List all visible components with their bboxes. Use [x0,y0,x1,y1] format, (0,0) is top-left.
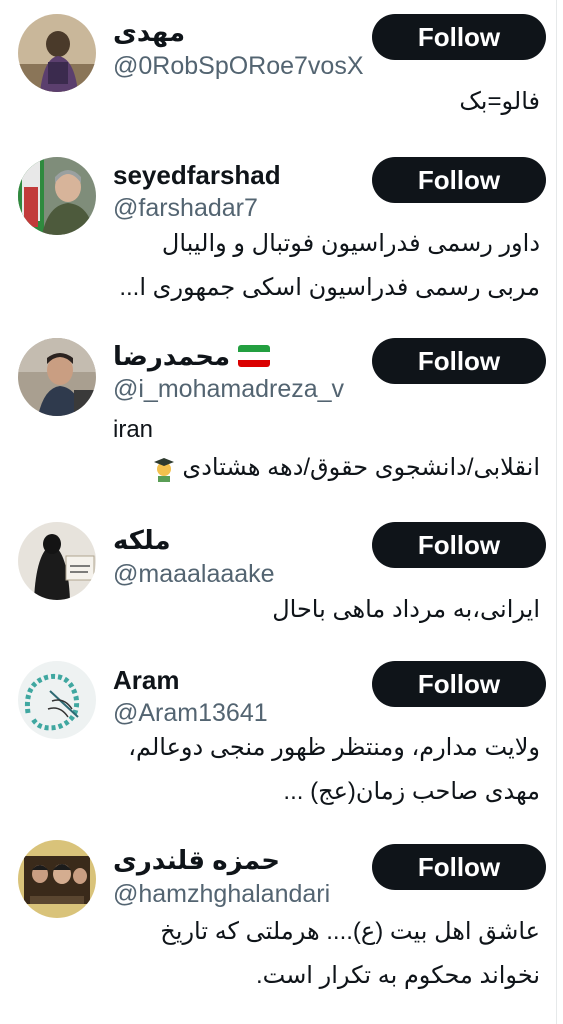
follow-button[interactable]: Follow [372,844,546,890]
avatar[interactable] [18,522,96,600]
display-name-text: محمدرضا [113,341,231,371]
follow-button[interactable]: Follow [372,157,546,203]
avatar[interactable] [18,157,96,235]
user-row[interactable]: حمزه قلندری @hamzhghalandari عاشق اهل بی… [0,830,555,1024]
bio-line: ایرانی،به مرداد ماهی باحال [272,596,540,623]
user-bio: انقلابی/دانشجوی حقوق/دهه هشتادی [113,446,540,490]
user-handle[interactable]: @i_mohamadreza_v [113,374,344,404]
user-handle[interactable]: @Aram13641 [113,698,268,728]
user-handle[interactable]: @maaalaaake [113,559,275,589]
avatar[interactable] [18,840,96,918]
display-name[interactable]: مهدی [113,16,185,48]
bio-line: عاشق اهل بیت (ع).... هرملتی که تاریخ [160,918,540,945]
follow-button[interactable]: Follow [372,661,546,707]
user-row[interactable]: Aram @Aram13641 ولایت مدارم، ومنتظر ظهور… [0,655,555,830]
avatar[interactable] [18,338,96,416]
user-row[interactable]: ملکه @maaalaaake ایرانی،به مرداد ماهی با… [0,510,555,655]
user-bio: داور رسمی فدراسیون فوتبال و والیبال مربی… [113,222,540,310]
iran-flag-icon [238,345,271,367]
display-name[interactable]: محمدرضا [113,340,271,372]
user-handle[interactable]: @farshadar7 [113,193,258,223]
bio-line: داور رسمی فدراسیون فوتبال و والیبال [161,230,540,257]
bio-line: مربی رسمی فدراسیون اسکی جمهوری ا... [119,274,540,301]
user-handle[interactable]: @hamzhghalandari [113,879,330,909]
bio-line: مهدی صاحب زمان(عج) ... [283,778,540,805]
display-name[interactable]: ملکه [113,524,171,556]
user-row[interactable]: seyedfarshad @farshadar7 داور رسمی فدراس… [0,150,555,330]
avatar[interactable] [18,14,96,92]
bio-line: ولایت مدارم، ومنتظر ظهور منجی دوعالم، [128,734,540,761]
scroll-edge-divider [556,0,557,1024]
user-handle[interactable]: @0RobSpORoe7vosX [113,51,364,81]
student-emoji-icon [153,457,174,482]
user-bio: فالو=بک [113,80,540,124]
bio-line: انقلابی/دانشجوی حقوق/دهه هشتادی [182,454,540,481]
user-row[interactable]: محمدرضا @i_mohamadreza_v iran انقلابی/دا… [0,330,555,510]
display-name[interactable]: حمزه قلندری [113,844,280,876]
user-row[interactable]: مهدی @0RobSpORoe7vosX فالو=بک Follow [0,0,555,150]
avatar[interactable] [18,661,96,739]
follow-button[interactable]: Follow [372,14,546,60]
bio-line: نخواند محکوم به تکرار است. [255,962,540,989]
user-bio: ایرانی،به مرداد ماهی باحال [113,588,540,632]
follow-button[interactable]: Follow [372,338,546,384]
display-name[interactable]: Aram [113,664,179,696]
follow-button[interactable]: Follow [372,522,546,568]
user-bio: عاشق اهل بیت (ع).... هرملتی که تاریخ نخو… [113,910,540,998]
bio-line: فالو=بک [459,88,540,115]
user-bio: ولایت مدارم، ومنتظر ظهور منجی دوعالم، مه… [113,726,540,814]
display-name[interactable]: seyedfarshad [113,159,281,191]
